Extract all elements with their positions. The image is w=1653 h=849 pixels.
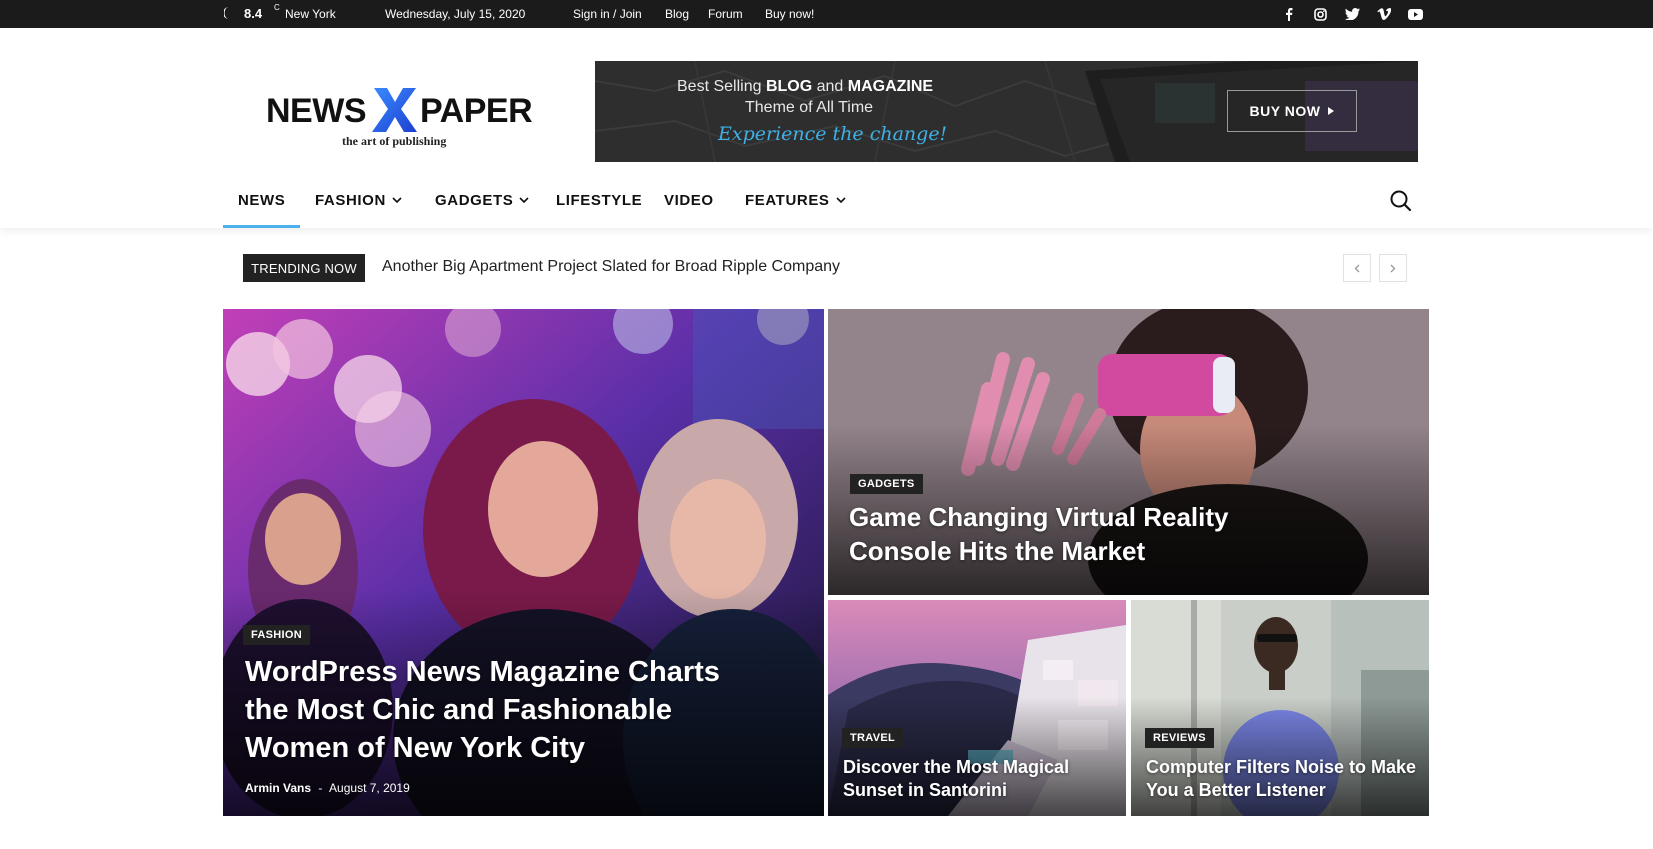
instagram-icon[interactable] [1312,6,1328,22]
moon-icon [224,7,229,19]
category-badge-travel[interactable]: TRAVEL [842,728,903,748]
trending-label: TRENDING NOW [243,254,365,282]
nav-item-fashion[interactable]: FASHION [315,192,402,209]
twitter-icon[interactable] [1344,6,1360,22]
banner-subline: Theme of All Time [745,99,874,116]
chevron-down-icon [392,197,402,204]
title-line: Game Changing Virtual Reality [849,502,1229,532]
trending-prev-button[interactable] [1343,254,1371,282]
chevron-down-icon [519,197,529,204]
nav-item-label: FEATURES [745,192,830,209]
article-title-main[interactable]: WordPress News Magazine Charts the Most … [245,653,720,767]
chevron-left-icon [1354,264,1360,272]
caret-right-icon [1328,107,1335,115]
nav-item-lifestyle[interactable]: LIFESTYLE [556,192,642,209]
logo-word-paper: PAPER [420,92,533,130]
article-title-bottom-right[interactable]: Computer Filters Noise to Make You a Bet… [1146,756,1416,802]
main-nav: NEWS FASHION GADGETS LIFESTYLE VIDEO FEA… [0,172,1653,228]
logo-word-news: NEWS [266,92,367,130]
top-bar: 8.4 C New York Wednesday, July 15, 2020 … [0,0,1653,28]
title-line: WordPress News Magazine Charts [245,656,720,688]
nav-item-label: GADGETS [435,192,514,209]
title-line: Sunset in Santorini [843,780,1008,800]
buy-now-link[interactable]: Buy now! [765,7,814,21]
title-line: Computer Filters Noise to Make [1146,757,1417,777]
nav-item-label: VIDEO [664,192,714,209]
active-nav-indicator [223,225,300,228]
banner-slogan: Experience the change! [718,123,948,145]
weather-city: New York [285,7,336,21]
nav-item-video[interactable]: VIDEO [664,192,714,209]
temperature-unit: C [274,3,280,12]
title-line: Women of New York City [245,732,585,764]
site-logo[interactable]: NEWS PAPER the art of publishing [266,86,546,156]
blog-link[interactable]: Blog [665,7,689,21]
youtube-icon[interactable] [1407,6,1423,22]
title-line: the Most Chic and Fashionable [245,694,672,726]
category-badge-reviews[interactable]: REVIEWS [1145,728,1214,748]
featured-article-bottom-left[interactable]: TRAVEL Discover the Most Magical Sunset … [828,600,1126,816]
banner-headline: Best Selling BLOG and MAGAZINE [677,78,934,95]
article-title-bottom-left[interactable]: Discover the Most Magical Sunset in Sant… [843,756,1069,802]
nav-item-label: NEWS [238,192,286,209]
featured-article-main[interactable]: FASHION WordPress News Magazine Charts t… [223,309,824,816]
trending-next-button[interactable] [1379,254,1407,282]
title-line: Discover the Most Magical [843,757,1070,777]
nav-item-news[interactable]: NEWS [238,192,285,209]
forum-link[interactable]: Forum [708,7,743,21]
article-title-top-right[interactable]: Game Changing Virtual Reality Console Hi… [849,500,1229,568]
vimeo-icon[interactable] [1376,6,1392,22]
logo-tagline: the art of publishing [342,134,447,148]
logo-x-mark [372,88,417,132]
chevron-right-icon [1390,264,1396,272]
banner-buy-now-button[interactable]: BUY NOW [1227,90,1357,132]
nav-item-label: FASHION [315,192,386,209]
temperature: 8.4 [244,6,263,21]
article-author[interactable]: Armin Vans [245,781,311,795]
title-line: You a Better Listener [1146,780,1326,800]
ad-banner[interactable]: Best Selling BLOG and MAGAZINE Theme of … [595,61,1418,162]
featured-article-top-right[interactable]: GADGETS Game Changing Virtual Reality Co… [828,309,1429,595]
sign-in-link[interactable]: Sign in / Join [573,7,642,21]
facebook-icon[interactable] [1281,6,1297,22]
category-badge-gadgets[interactable]: GADGETS [850,474,923,494]
featured-article-bottom-right[interactable]: REVIEWS Computer Filters Noise to Make Y… [1131,600,1429,816]
current-date: Wednesday, July 15, 2020 [385,7,526,21]
banner-button-label: BUY NOW [1249,103,1321,119]
title-line: Console Hits the Market [849,536,1146,566]
nav-item-gadgets[interactable]: GADGETS [435,192,529,209]
chevron-down-icon [835,197,846,204]
article-meta: Armin Vans - August 7, 2019 [245,781,410,795]
nav-item-features[interactable]: FEATURES [745,192,846,209]
search-icon[interactable] [1389,189,1413,213]
meta-separator: - [318,781,323,795]
nav-item-label: LIFESTYLE [556,192,643,209]
category-badge-fashion[interactable]: FASHION [243,625,310,645]
trending-headline-link[interactable]: Another Big Apartment Project Slated for… [382,258,840,276]
article-date: August 7, 2019 [329,781,410,795]
